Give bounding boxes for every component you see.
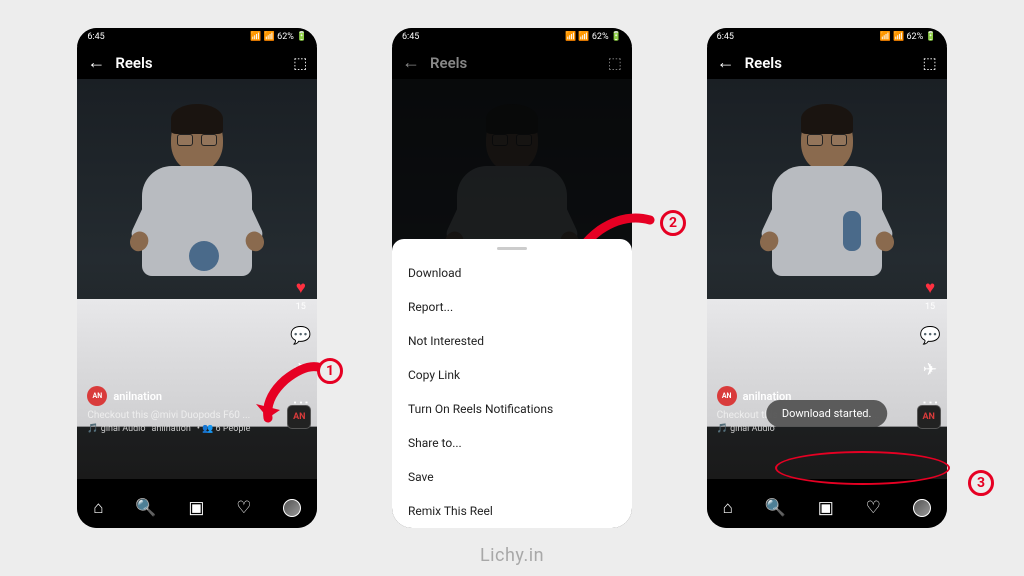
nav-search-icon[interactable]: 🔍 [765,498,786,518]
reel-video-area[interactable]: ♥ 15 💬 ✈ ⋮ AN anilnation Checkout this @… [707,79,947,479]
like-icon[interactable]: ♥ [296,278,306,298]
share-icon[interactable]: ✈ [923,360,937,380]
watermark: Lichy.in [480,545,544,566]
annotation-step-3: 3 [968,470,994,496]
nav-profile-icon[interactable] [913,499,931,517]
sheet-item-notifications[interactable]: Turn On Reels Notifications [392,392,632,426]
sheet-handle[interactable] [497,247,527,250]
options-bottom-sheet: Download Report... Not Interested Copy L… [392,239,632,528]
status-time: 6:45 [717,32,734,42]
status-right: 📶 📶 62% 🔋 [565,32,622,42]
sheet-item-copy-link[interactable]: Copy Link [392,358,632,392]
nav-activity-icon[interactable]: ♡ [236,498,251,518]
reels-header: ← Reels ⬚ [707,46,947,79]
nav-home-icon[interactable]: ⌂ [723,498,733,518]
status-time: 6:45 [402,32,419,42]
annotation-arrow-1 [250,350,340,440]
nav-home-icon[interactable]: ⌂ [93,498,103,518]
status-bar: 6:45 📶 📶 62% 🔋 [392,28,632,46]
status-bar: 6:45 📶 📶 62% 🔋 [77,28,317,46]
audio-thumbnail[interactable]: AN [917,405,941,429]
status-time: 6:45 [87,32,104,42]
bottom-nav: ⌂ 🔍 ▣ ♡ [707,488,947,528]
avatar[interactable]: AN [717,386,737,406]
header-title: Reels [430,54,608,72]
reels-header: ← Reels ⬚ [392,46,632,79]
nav-reels-icon[interactable]: ▣ [188,498,204,518]
like-count: 15 [925,302,935,312]
annotation-highlight-toast [775,451,950,485]
back-icon[interactable]: ← [717,52,735,73]
nav-search-icon[interactable]: 🔍 [135,498,156,518]
reel-actions-sidebar: ♥ 15 💬 ✈ ⋮ [919,278,940,409]
download-toast: Download started. [766,400,888,427]
header-title: Reels [115,54,293,72]
nav-profile-icon[interactable] [283,499,301,517]
back-icon[interactable]: ← [402,52,420,73]
sheet-item-save[interactable]: Save [392,460,632,494]
bottom-nav: ⌂ 🔍 ▣ ♡ [77,488,317,528]
audio-label[interactable]: 🎵 ginal Audio [87,424,145,434]
reels-header: ← Reels ⬚ [77,46,317,79]
like-icon[interactable]: ♥ [925,278,935,298]
nav-reels-icon[interactable]: ▣ [818,498,834,518]
reel-caption: Checkout this @mivi Duopods F60 ... [87,410,272,421]
like-count: 15 [296,302,306,312]
sheet-item-report[interactable]: Report... [392,290,632,324]
comment-icon[interactable]: 💬 [290,326,311,346]
sheet-item-remix[interactable]: Remix This Reel [392,494,632,528]
comment-icon[interactable]: 💬 [919,326,940,346]
tag-user[interactable]: anilnation [151,424,190,434]
reel-meta: AN anilnation Checkout this @mivi Duopod… [87,386,272,434]
sheet-item-not-interested[interactable]: Not Interested [392,324,632,358]
header-title: Reels [745,54,923,72]
camera-icon[interactable]: ⬚ [922,54,936,72]
sheet-item-share-to[interactable]: Share to... [392,426,632,460]
tagged-people[interactable]: • 👥 6 People [197,424,251,434]
avatar[interactable]: AN [87,386,107,406]
back-icon[interactable]: ← [87,52,105,73]
nav-activity-icon[interactable]: ♡ [866,498,881,518]
audio-label[interactable]: 🎵 ginal Audio [717,424,775,434]
sheet-item-download[interactable]: Download [392,256,632,290]
username[interactable]: anilnation [113,390,162,403]
phone-screen-2: 6:45 📶 📶 62% 🔋 ← Reels ⬚ Download Report… [392,28,632,528]
camera-icon[interactable]: ⬚ [608,54,622,72]
status-right: 📶 📶 62% 🔋 [880,32,937,42]
status-bar: 6:45 📶 📶 62% 🔋 [707,28,947,46]
phone-screen-1: 6:45 📶 📶 62% 🔋 ← Reels ⬚ ♥ 15 💬 ✈ ⋮ [77,28,317,528]
camera-icon[interactable]: ⬚ [293,54,307,72]
status-right: 📶 📶 62% 🔋 [250,32,307,42]
